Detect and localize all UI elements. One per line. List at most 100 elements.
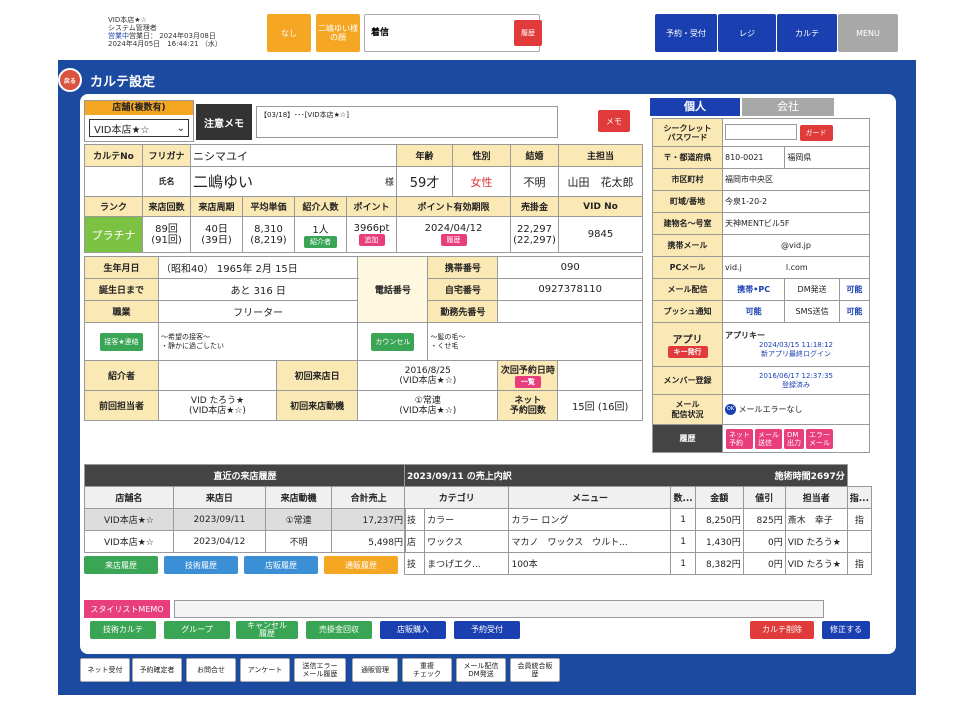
secret-password-cell: ガード — [722, 118, 870, 147]
bottom-btn-7[interactable]: メール配信 DM発送 — [456, 658, 506, 682]
table-cell: 100本 — [508, 552, 672, 575]
store-select[interactable]: VID本店★☆ ⌄ — [89, 119, 189, 137]
history-button-1[interactable]: メール 送信 — [755, 428, 782, 449]
secret-password-input[interactable] — [725, 124, 797, 141]
bottom-btn-0[interactable]: ネット受付 — [80, 658, 130, 682]
recent-btn-1[interactable]: 技術履歴 — [164, 556, 238, 574]
avg-label: 平均単価 — [242, 196, 295, 217]
history-button-0[interactable]: ネット 予約 — [726, 428, 753, 449]
recent-btn-0[interactable]: 来店履歴 — [84, 556, 158, 574]
tab-company[interactable]: 会社 — [742, 98, 834, 116]
dm-value: 可能 — [838, 278, 871, 301]
store-select-box: 店舗(複数有) VID本店★☆ ⌄ — [84, 100, 194, 142]
table-row[interactable]: 店ワックス マカノ ワックス ウルト... 1 1,430円 0円 VID たろう★ — [403, 530, 873, 553]
history-button-2[interactable]: DM 出力 — [784, 428, 804, 449]
call-history-button[interactable]: 履歴 — [514, 20, 542, 46]
birth-label: 生年月日 — [84, 256, 159, 279]
next-reservation-label: 次回予約日時 一覧 — [497, 360, 559, 391]
table-cell: 0円 — [742, 530, 786, 553]
add-point-button[interactable]: 追加 — [358, 234, 385, 246]
history-buttons: ネット 予約メール 送信DM 出力エラー メール — [722, 424, 870, 453]
action-btn-3[interactable]: 売掛金回収 — [306, 621, 372, 639]
work-tel-value — [497, 300, 643, 323]
first-visit-label: 初回来店日 — [275, 360, 359, 391]
guard-button[interactable]: ガード — [799, 124, 833, 141]
table-row[interactable]: VID本店★☆ 2023/09/11 ①常連 17,237円 — [84, 508, 406, 531]
table-cell: 斎木 幸子 — [784, 508, 848, 531]
none-button[interactable]: なし — [267, 14, 311, 52]
birth-value: （昭和40） 1965年 2月 15日 — [157, 256, 359, 279]
sex-label: 性別 — [452, 144, 511, 167]
customer-face-button[interactable]: 二嶋ゆい様の顔 — [316, 14, 360, 52]
staff-label: 主担当 — [558, 144, 643, 167]
bottom-btn-5[interactable]: 通販管理 — [352, 658, 398, 682]
table-cell: 1 — [670, 552, 696, 575]
counsel-button[interactable]: カウンセル — [371, 332, 415, 351]
recent-col-header: 来店日 — [172, 486, 266, 509]
sales-col-header: 数... — [670, 486, 696, 509]
bottom-btn-2[interactable]: お問合せ — [186, 658, 236, 682]
bottom-btn-8[interactable]: 会員統合販 歴 — [510, 658, 560, 682]
tab-personal[interactable]: 個人 — [650, 98, 740, 116]
bottom-btn-6[interactable]: 重複 チェック — [402, 658, 452, 682]
action-btn-0[interactable]: 技術カルテ — [90, 621, 156, 639]
table-row[interactable]: VID本店★☆ 2023/04/12 不明 5,498円 — [84, 530, 406, 553]
name-label: 氏名 — [142, 166, 191, 197]
menu-button[interactable]: MENU — [838, 14, 898, 52]
staff-value: 山田 花太郎 — [558, 166, 643, 197]
referrer-button[interactable]: 紹介者 — [304, 236, 337, 248]
register-button[interactable]: レジ — [718, 14, 776, 52]
action-btn-5[interactable]: 予約受付 — [454, 621, 520, 639]
system-info: VID本店★☆ システム管理者 営業中営業日： 2024年03月08日 2024… — [108, 16, 222, 48]
table-cell: 0円 — [742, 552, 786, 575]
home-tel-label: 自宅番号 — [427, 278, 499, 301]
karte-button[interactable]: カルテ — [777, 14, 837, 52]
counsel-note[interactable]: ～髪の毛～ ・くせ毛 — [427, 322, 643, 361]
action-btn-2[interactable]: キャンセル 履歴 — [236, 621, 298, 639]
action-btn-6[interactable]: カルテ削除 — [750, 621, 814, 639]
table-row[interactable]: 技まつげエク... 100本 1 8,382円 0円 VID たろう★ 指 — [403, 552, 873, 575]
mail-dist-value: 携帯•PC — [721, 278, 786, 301]
history-button-3[interactable]: エラー メール — [806, 428, 833, 449]
next-reservation-list-button[interactable]: 一覧 — [514, 376, 541, 388]
memo-text[interactable]: 【03/18】･･･[VID本店★☆] — [256, 106, 558, 138]
customer-detail-table: 生年月日 （昭和40） 1965年 2月 15日 電話番号 携帯番号 090 誕… — [84, 256, 643, 421]
receivable-label: 売掛金 — [510, 196, 559, 217]
contact-note[interactable]: ～希望の接客～ ・静かに過ごしたい — [157, 322, 359, 361]
mobile-mail-label: 携帯メール — [652, 234, 723, 257]
recent-btn-3[interactable]: 通販履歴 — [324, 556, 398, 574]
sales-breakdown-table: 2023/09/11 の売上内訳 施術時間2697分 カテゴリ メニュー 数... 金額… — [403, 464, 873, 575]
history-label: 履歴 — [652, 424, 723, 453]
pc-mail-value: vid.j l.com — [722, 256, 870, 279]
receivable-value: 22,297 (22,297) — [510, 216, 559, 253]
table-row[interactable]: 技カラー カラー ロング 1 8,250円 825円 斎木 幸子指 — [403, 508, 873, 531]
table-cell: 指 — [846, 508, 873, 531]
bottom-btn-3[interactable]: アンケート — [240, 658, 290, 682]
cycle-label: 来店周期 — [190, 196, 243, 217]
back-button[interactable]: 戻る — [58, 68, 82, 92]
point-history-button[interactable]: 履歴 — [440, 234, 467, 246]
action-btn-1[interactable]: グループ — [164, 621, 230, 639]
stylist-memo-input[interactable] — [174, 600, 824, 618]
reserve-button[interactable]: 予約・受付 — [655, 14, 717, 52]
table-cell: VID本店★☆ — [84, 508, 174, 531]
referrer-value — [158, 360, 277, 391]
table-cell: 1,430円 — [694, 530, 744, 553]
push-label: プッシュ通知 — [652, 300, 723, 323]
bottom-btn-4[interactable]: 送信エラー メール履歴 — [294, 658, 346, 682]
treatment-time: 施術時間2697分 — [774, 472, 845, 482]
job-value: フリーター — [157, 300, 359, 323]
contact-button[interactable]: 接客★連絡 — [100, 332, 143, 351]
memo-button[interactable]: メモ — [598, 110, 630, 132]
table-cell: 825円 — [742, 508, 786, 531]
rank-value: プラチナ — [84, 216, 143, 253]
recent-btn-2[interactable]: 店販履歴 — [244, 556, 318, 574]
action-btn-7[interactable]: 修正する — [822, 621, 870, 639]
bottom-btn-1[interactable]: 予約確定者 — [132, 658, 182, 682]
vid-no-value: 9845 — [558, 216, 643, 253]
sales-col-header: 担当者 — [784, 486, 848, 509]
action-btn-4[interactable]: 店販購入 — [380, 621, 446, 639]
app-key-button[interactable]: キー発行 — [667, 346, 708, 358]
table-cell: 8,382円 — [694, 552, 744, 575]
chevron-down-icon: ⌄ — [176, 122, 185, 134]
